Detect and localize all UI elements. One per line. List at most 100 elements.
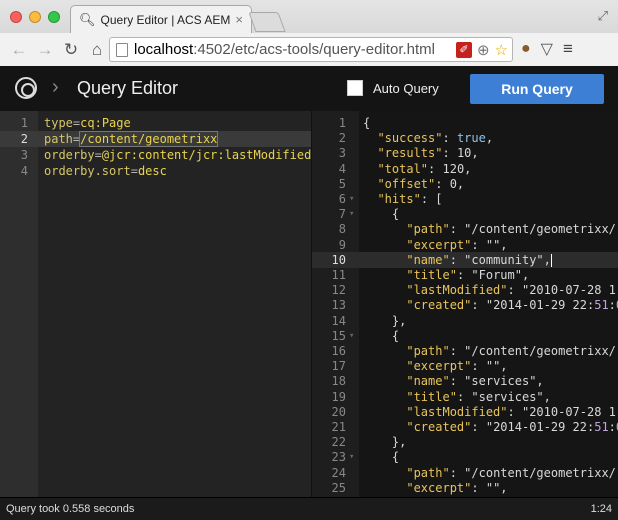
result-line-code: "hits": [ [377,192,443,206]
result-line[interactable]: 17 "excerpt": "", [312,358,618,374]
query-line-code: orderby.sort=desc [44,164,167,178]
address-bar[interactable]: localhost:4502/etc/acs-tools/query-edito… [109,37,513,62]
result-line-code: { [363,116,371,130]
result-line-code: { [363,328,400,343]
result-line-code: "success": true, [377,131,494,146]
result-line-code: "excerpt": "", [406,480,508,495]
query-line-code: type=cq:Page [44,116,131,130]
result-line-code: "path": "/content/geometrixx/ [406,344,616,358]
result-line[interactable]: 19 "title": "services", [312,389,618,405]
result-line[interactable]: 7 ▾ { [312,206,618,222]
fold-toggle-icon[interactable]: ▾ [349,449,354,465]
result-line-code: }, [363,435,407,450]
result-line-code: "name": "services", [406,374,544,389]
auto-query-label[interactable]: Auto Query [373,81,439,96]
result-line[interactable]: 4 "total": 120, [312,161,618,177]
line-number: 10 [331,252,346,267]
back-arrow-icon[interactable]: ← [6,40,32,60]
query-line[interactable]: 3 orderby=@jcr:content/jcr:lastModified [0,147,311,163]
auto-query-checkbox[interactable] [347,80,363,96]
home-icon[interactable]: ⌂ [84,40,110,60]
result-line[interactable]: 21 "created": "2014-01-29 22:51:0 [312,419,618,435]
browser-toolbar: ← → ↻ ⌂ localhost:4502/etc/acs-tools/que… [0,33,618,66]
result-line[interactable]: 25 "excerpt": "", [312,480,618,496]
tab-title: Query Editor | ACS AEM To [100,12,231,27]
line-number: 24 [331,465,346,480]
minimize-window-button[interactable] [29,11,41,23]
zoom-icon[interactable]: ⊕ [477,41,490,59]
line-number: 13 [331,298,346,313]
fold-toggle-icon[interactable]: ▾ [349,191,354,207]
result-line-code: "excerpt": "", [406,237,508,252]
run-query-button[interactable]: Run Query [470,74,604,104]
result-line[interactable]: 23 ▾ { [312,449,618,465]
result-line-code: "title": "services", [406,389,551,404]
line-number: 1 [20,116,28,130]
result-line[interactable]: 8 "path": "/content/geometrixx/ [312,221,618,237]
cookie-extension-icon[interactable]: ● [521,40,531,58]
line-number: 14 [331,313,346,328]
reload-icon[interactable]: ↻ [58,40,84,60]
page-icon [116,42,128,57]
cursor-position: 1:24 [590,503,612,515]
line-number: 4 [338,161,346,176]
page-title: Query Editor [77,78,179,98]
window-controls [10,11,60,23]
query-line[interactable]: 1 type=cq:Page [0,115,311,131]
query-line[interactable]: 2 path=/content/geometrixx [0,131,311,147]
shield-extension-icon[interactable]: ▽ [541,39,553,59]
query-line[interactable]: 4 orderby.sort=desc [0,163,311,179]
close-window-button[interactable] [10,11,22,23]
result-line-code: "title": "Forum", [406,268,530,282]
chevron-right-icon: › [52,76,59,98]
line-number: 6 [338,192,346,206]
line-number: 9 [338,237,346,252]
close-tab-icon[interactable]: × [235,12,243,27]
result-line[interactable]: 11 "title": "Forum", [312,267,618,283]
new-tab-button[interactable] [248,12,286,32]
line-number: 3 [338,146,346,161]
result-line[interactable]: 6 ▾ "hits": [ [312,191,618,207]
query-timing-status: Query took 0.558 seconds [6,503,135,515]
forward-arrow-icon[interactable]: → [32,40,58,60]
result-line[interactable]: 15 ▾ { [312,328,618,344]
line-number: 25 [331,480,346,495]
fold-toggle-icon[interactable]: ▾ [349,206,354,222]
result-line[interactable]: 14 }, [312,313,618,329]
result-line[interactable]: 13 "created": "2014-01-29 22:51:0 [312,297,618,313]
result-line-code: "offset": 0, [377,176,465,191]
line-number: 12 [331,283,346,298]
menu-icon[interactable]: ≡ [563,39,573,59]
query-editor[interactable]: 1 type=cq:Page 2 path=/content/geometrixx 3 o… [0,111,311,497]
result-line[interactable]: 24 "path": "/content/geometrixx/ [312,465,618,481]
browser-tab[interactable]: 🔍︎ Query Editor | ACS AEM To × [70,5,252,33]
result-line[interactable]: 2 "success": true, [312,130,618,146]
line-number: 3 [20,148,28,162]
query-line-code: path=/content/geometrixx [44,131,219,147]
result-line[interactable]: 1{ [312,115,618,131]
line-number: 11 [331,268,346,282]
result-line[interactable]: 9 "excerpt": "", [312,237,618,253]
magnifier-favicon-icon: 🔍︎ [79,11,96,27]
result-line[interactable]: 12 "lastModified": "2010-07-28 1 [312,282,618,298]
fold-toggle-icon[interactable]: ▾ [349,328,354,344]
result-line[interactable]: 16 "path": "/content/geometrixx/ [312,343,618,359]
result-line-code: "created": "2014-01-29 22:51:0 [406,420,618,434]
result-line[interactable]: 22 }, [312,434,618,450]
maximize-window-button[interactable] [48,11,60,23]
result-line[interactable]: 5 "offset": 0, [312,176,618,192]
result-line[interactable]: 3 "results": 10, [312,145,618,161]
star-icon[interactable]: ☆ [495,41,508,59]
acs-logo-icon [15,77,37,99]
status-bar: Query took 0.558 seconds 1:24 [0,497,618,520]
fullscreen-icon[interactable]: ⤢ [598,8,608,24]
browser-chrome: 🔍︎ Query Editor | ACS AEM To × ⤢ ← → ↻ ⌂… [0,0,618,66]
line-number: 7 [338,207,346,222]
result-line[interactable]: 10 "name": "community", [312,251,618,268]
pdf-icon[interactable]: ✐ [455,42,472,58]
line-number: 22 [331,435,346,450]
result-line[interactable]: 20 "lastModified": "2010-07-28 1 [312,404,618,420]
result-line-code: { [363,207,400,222]
result-line[interactable]: 18 "name": "services", [312,373,618,389]
results-editor[interactable]: 1{2 "success": true, 3 "results": 10, 4 "t… [311,111,618,497]
